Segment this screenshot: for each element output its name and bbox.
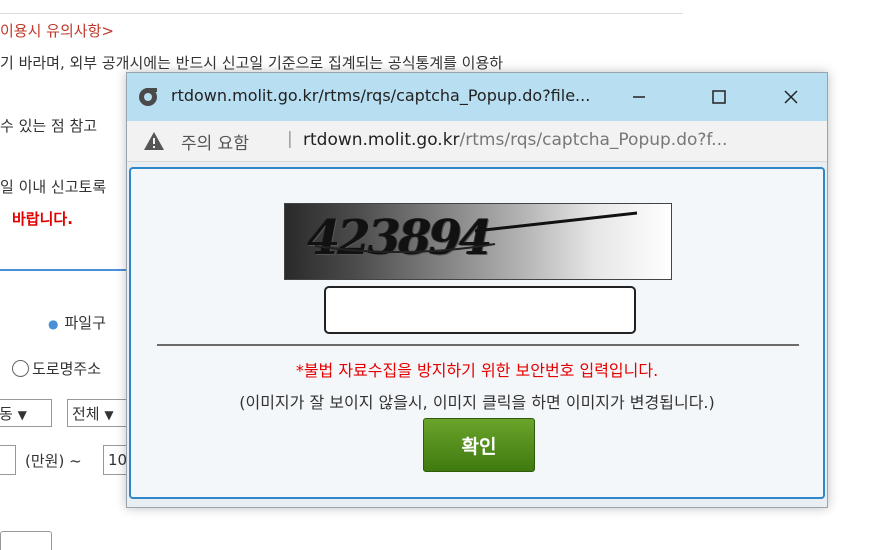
- section-divider: [0, 269, 130, 271]
- chevron-down-icon: ▼: [104, 408, 114, 422]
- captcha-noise-line: [314, 211, 638, 253]
- radio-road-address[interactable]: 도로명주소: [12, 358, 101, 379]
- globe-icon: [139, 88, 157, 106]
- security-notice: *불법 자료수집을 방지하기 위한 보안번호 입력입니다.: [295, 361, 659, 380]
- notice-title: 이용시 유의사항>: [0, 22, 114, 40]
- confirm-button[interactable]: 확인: [423, 418, 535, 472]
- url-host: rtdown.molit.go.kr: [303, 130, 460, 150]
- type-select-value: 전체: [72, 405, 100, 423]
- captcha-popup-window: rtdown.molit.go.kr/rtms/rqs/captcha_Popu…: [126, 72, 828, 508]
- chevron-down-icon: ▼: [17, 408, 27, 422]
- file-label: 파일구: [64, 314, 106, 332]
- type-select[interactable]: 전체 ▼: [67, 399, 133, 427]
- address-divider: |: [287, 129, 293, 149]
- unit-label: (만원) ~: [25, 452, 82, 470]
- file-section-label: ● 파일구: [48, 312, 106, 333]
- price-min-input[interactable]: [0, 445, 16, 475]
- window-title: rtdown.molit.go.kr/rtms/rqs/captcha_Popu…: [171, 86, 591, 105]
- price-max-value: 10: [108, 451, 128, 469]
- dong-select[interactable]: 동 ▼: [0, 399, 52, 427]
- notice-line-1: 기 바라며, 외부 공개시에는 반드시 신고일 기준으로 집계되는 공식통계를 …: [0, 54, 504, 72]
- help-text: (이미지가 잘 보이지 않을시, 이미지 클릭을 하면 이미지가 변경됩니다.): [239, 393, 715, 412]
- security-warning-label[interactable]: 주의 요함: [181, 129, 249, 154]
- close-icon: [784, 90, 798, 104]
- notice-line-4: 바랍니다.: [12, 210, 73, 228]
- search-button[interactable]: [0, 531, 52, 550]
- divider: [0, 13, 683, 14]
- radio-label: 도로명주소: [32, 360, 102, 378]
- url-path: /rtms/rqs/captcha_Popup.do?f...: [459, 130, 728, 150]
- title-bar[interactable]: rtdown.molit.go.kr/rtms/rqs/captcha_Popu…: [127, 73, 827, 121]
- maximize-icon: [712, 90, 726, 104]
- warning-icon[interactable]: [143, 131, 165, 151]
- maximize-button[interactable]: [701, 81, 737, 113]
- captcha-input[interactable]: [324, 286, 636, 334]
- minimize-icon: [633, 96, 645, 98]
- radio-circle-icon[interactable]: [12, 360, 29, 377]
- address-url[interactable]: rtdown.molit.go.kr/rtms/rqs/captcha_Popu…: [303, 130, 727, 150]
- address-bar[interactable]: 주의 요함 | rtdown.molit.go.kr/rtms/rqs/capt…: [127, 121, 827, 162]
- notice-line-3: 일 이내 신고토록: [0, 178, 107, 196]
- notice-line-2: 수 있는 점 참고: [0, 117, 98, 135]
- minimize-button[interactable]: [621, 81, 657, 113]
- captcha-panel: 423894 *불법 자료수집을 방지하기 위한 보안번호 입력입니다. (이미…: [129, 167, 825, 499]
- captcha-image[interactable]: 423894: [284, 203, 672, 280]
- bullet-icon: ●: [48, 317, 59, 331]
- dong-select-value: 동: [0, 405, 13, 423]
- close-button[interactable]: [773, 81, 809, 113]
- content-divider: [157, 344, 799, 346]
